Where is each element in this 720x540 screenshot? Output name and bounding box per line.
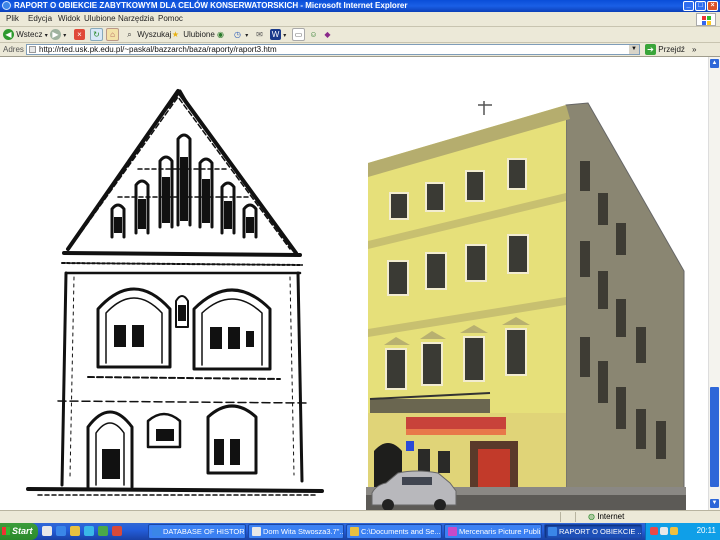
forward-arrow-icon: ▶ — [50, 29, 61, 41]
taskbar-item-documents[interactable]: C:\Documents and Se... — [346, 524, 442, 539]
favorites-button[interactable]: ★ Ulubione — [170, 28, 215, 41]
menu-help[interactable]: Pomoc — [158, 14, 183, 23]
back-arrow-icon: ◀ — [3, 29, 14, 41]
globe-icon: ◍ — [588, 512, 595, 521]
forward-button[interactable]: ▶ ▾ — [50, 28, 66, 41]
security-zone: ◍ Internet — [588, 512, 625, 521]
mail-button[interactable]: ✉ — [254, 28, 265, 41]
tray-clock: 20:11 — [696, 526, 716, 535]
history-icon: ◷ — [234, 30, 241, 40]
status-bar: ◍ Internet — [0, 510, 720, 523]
star-icon: ★ — [171, 30, 180, 40]
close-button[interactable]: × — [707, 1, 718, 11]
search-icon: ⌕ — [127, 30, 132, 40]
edit-button[interactable]: W ▾ — [270, 28, 286, 41]
address-input[interactable]: http://rted.usk.pk.edu.pl/~paskal/bazzar… — [26, 44, 640, 55]
minimize-button[interactable]: _ — [683, 1, 694, 11]
word-icon: W — [270, 29, 281, 41]
quicklaunch-media-icon[interactable] — [98, 526, 108, 536]
scroll-down-icon[interactable]: ▼ — [710, 499, 719, 508]
stop-icon: × — [74, 29, 85, 41]
go-button[interactable]: ➔ Przejdź — [645, 44, 685, 56]
maximize-button[interactable]: □ — [695, 1, 706, 11]
research-button[interactable]: ◆ — [322, 28, 333, 41]
search-button[interactable]: ⌕ Wyszukaj — [124, 28, 171, 41]
menu-favorites[interactable]: Ulubione — [84, 14, 116, 23]
scroll-thumb[interactable] — [710, 387, 719, 487]
taskbar-item-picture-publisher[interactable]: Mercenaris Picture Publi... — [444, 524, 542, 539]
history-button[interactable]: ◷ ▾ — [232, 28, 248, 41]
media-button[interactable]: ◉ — [215, 28, 226, 41]
system-tray: 20:11 — [645, 523, 720, 540]
go-arrow-icon: ➔ — [645, 44, 656, 56]
ie-icon — [152, 527, 161, 536]
scroll-up-icon[interactable]: ▲ — [710, 59, 719, 68]
research-icon: ◆ — [324, 30, 331, 40]
page-content — [0, 57, 708, 510]
back-button[interactable]: ◀ Wstecz ▾ — [3, 28, 48, 41]
page-icon — [29, 46, 36, 53]
taskbar-item-dom-wita[interactable]: Dom Wita Stwosza3.7"... — [248, 524, 344, 539]
links-chevron[interactable]: » — [692, 45, 696, 54]
address-bar: Adres http://rted.usk.pk.edu.pl/~paskal/… — [0, 43, 720, 57]
tray-volume-icon[interactable] — [670, 527, 678, 535]
menu-file[interactable]: Plik — [6, 14, 19, 23]
menu-edit[interactable]: Edycja — [28, 14, 52, 23]
taskbar-item-raport[interactable]: RAPORT O OBIEKCIE ... — [544, 524, 642, 539]
discuss-button[interactable]: ▭ — [292, 28, 305, 42]
historic-house-sketch — [26, 89, 324, 496]
vertical-scrollbar[interactable]: ▲ ▼ — [708, 57, 720, 510]
windows-logo-icon — [696, 13, 716, 26]
ie-icon — [548, 527, 557, 536]
address-label: Adres — [3, 45, 24, 54]
start-button[interactable]: Start — [0, 523, 38, 540]
taskbar-item-database[interactable]: DATABASE OF HISTORI... — [148, 524, 246, 539]
home-icon: ⌂ — [106, 28, 119, 42]
media-icon: ◉ — [217, 30, 224, 40]
menu-tools[interactable]: Narzędzia — [118, 14, 154, 23]
window-titlebar: RAPORT O OBIEKCIE ZABYTKOWYM DLA CELÓW K… — [0, 0, 720, 12]
taskbar: Start DATABASE OF HISTORI... Dom Wita St… — [0, 523, 720, 540]
refresh-button[interactable]: ↻ — [90, 28, 103, 42]
quicklaunch-app-icon[interactable] — [112, 526, 122, 536]
standard-toolbar: ◀ Wstecz ▾ ▶ ▾ × ↻ ⌂ ⌕ Wyszukaj ★ Ulubio… — [0, 27, 720, 43]
discuss-icon: ▭ — [292, 28, 305, 42]
home-button[interactable]: ⌂ — [106, 28, 119, 42]
messenger-icon: ☺ — [309, 30, 318, 40]
quicklaunch-desktop-icon[interactable] — [42, 526, 52, 536]
quicklaunch-mail-icon[interactable] — [84, 526, 94, 536]
windows-flag-icon — [2, 527, 10, 535]
historic-building-photo — [366, 101, 686, 510]
image-icon — [252, 527, 261, 536]
stop-button[interactable]: × — [74, 28, 85, 41]
menu-view[interactable]: Widok — [58, 14, 80, 23]
address-dropdown-icon[interactable]: ▼ — [629, 45, 639, 54]
quicklaunch-ie-icon[interactable] — [56, 526, 66, 536]
tray-antivirus-icon[interactable] — [650, 527, 658, 535]
window-title: RAPORT O OBIEKCIE ZABYTKOWYM DLA CELÓW K… — [14, 1, 408, 10]
menu-bar: Plik Edycja Widok Ulubione Narzędzia Pom… — [0, 12, 720, 27]
folder-icon — [350, 527, 359, 536]
refresh-icon: ↻ — [90, 28, 103, 42]
quicklaunch-folder-icon[interactable] — [70, 526, 80, 536]
mail-icon: ✉ — [256, 30, 263, 40]
tray-network-icon[interactable] — [660, 527, 668, 535]
picture-publisher-icon — [448, 527, 457, 536]
messenger-button[interactable]: ☺ — [308, 28, 319, 41]
ie-logo-icon — [2, 1, 11, 10]
